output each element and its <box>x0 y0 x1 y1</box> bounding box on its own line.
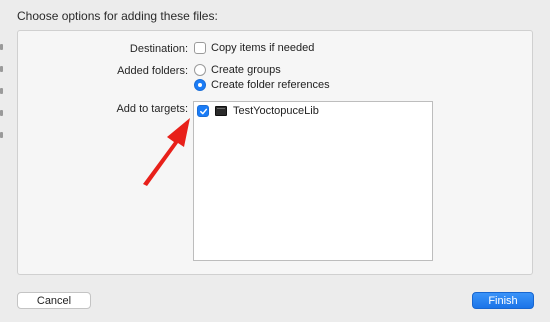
destination-label: Destination: <box>129 43 188 55</box>
create-folder-references-option[interactable]: Create folder references <box>194 79 330 91</box>
create-groups-radio[interactable] <box>194 64 206 76</box>
targets-list[interactable]: TestYoctopuceLib <box>193 101 433 261</box>
finish-button[interactable]: Finish <box>472 292 534 309</box>
create-folder-references-label: Create folder references <box>211 79 330 91</box>
terminal-app-icon <box>215 106 227 116</box>
added-folders-label: Added folders: <box>117 65 188 77</box>
create-folder-references-radio[interactable] <box>194 79 206 91</box>
copy-items-option[interactable]: Copy items if needed <box>194 42 314 54</box>
checkmark-icon <box>199 108 207 114</box>
dialog-title: Choose options for adding these files: <box>17 9 218 23</box>
target-row[interactable]: TestYoctopuceLib <box>197 105 319 117</box>
copy-items-label: Copy items if needed <box>211 42 315 54</box>
window-edge-decoration <box>0 38 4 148</box>
options-panel: Destination: Copy items if needed Added … <box>17 30 533 275</box>
annotation-arrow-icon <box>143 118 190 186</box>
copy-items-checkbox[interactable] <box>194 42 206 54</box>
target-name: TestYoctopuceLib <box>233 105 319 117</box>
create-groups-option[interactable]: Create groups <box>194 64 281 76</box>
cancel-button[interactable]: Cancel <box>17 292 91 309</box>
create-groups-label: Create groups <box>211 64 281 76</box>
add-files-options-sheet: Choose options for adding these files: D… <box>0 0 550 322</box>
add-to-targets-label: Add to targets: <box>116 103 188 115</box>
target-checkbox[interactable] <box>197 105 209 117</box>
